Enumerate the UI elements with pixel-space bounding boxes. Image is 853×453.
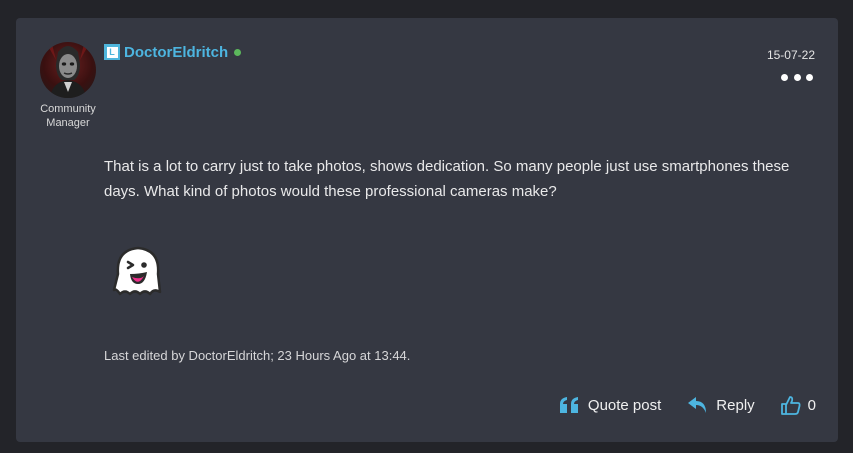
quote-post-label: Quote post [587, 396, 662, 414]
avatar[interactable] [40, 42, 96, 98]
thumbs-up-icon [780, 396, 801, 415]
ghost-emoji-icon [112, 246, 162, 296]
like-count: 0 [807, 396, 816, 414]
online-status-icon [234, 48, 242, 56]
user-role: Community Manager [40, 103, 96, 129]
post-date: 15-07-22 [766, 48, 815, 62]
more-dots-icon [781, 73, 788, 81]
rank-badge-icon: L [104, 44, 120, 60]
reply-button[interactable]: Reply [687, 396, 755, 414]
forum-post: Community Manager L DoctorEldritch 15-07… [16, 18, 838, 442]
reply-label: Reply [716, 396, 755, 414]
post-body: That is a lot to carry just to take phot… [104, 158, 790, 200]
user-info: L DoctorEldritch [104, 42, 242, 62]
more-options-button[interactable] [781, 72, 813, 82]
edited-note: Last edited by DoctorEldritch; 23 Hours … [104, 348, 411, 363]
quote-icon [559, 397, 578, 413]
avatar-image [48, 44, 88, 98]
quote-post-button[interactable]: Quote post [559, 396, 661, 414]
reply-arrow-icon [688, 397, 707, 413]
post-actions: Quote post Reply 0 [559, 392, 816, 418]
rank-badge-label: L [106, 46, 118, 58]
username-link[interactable]: DoctorEldritch [124, 44, 228, 61]
like-button[interactable]: 0 [780, 395, 816, 415]
